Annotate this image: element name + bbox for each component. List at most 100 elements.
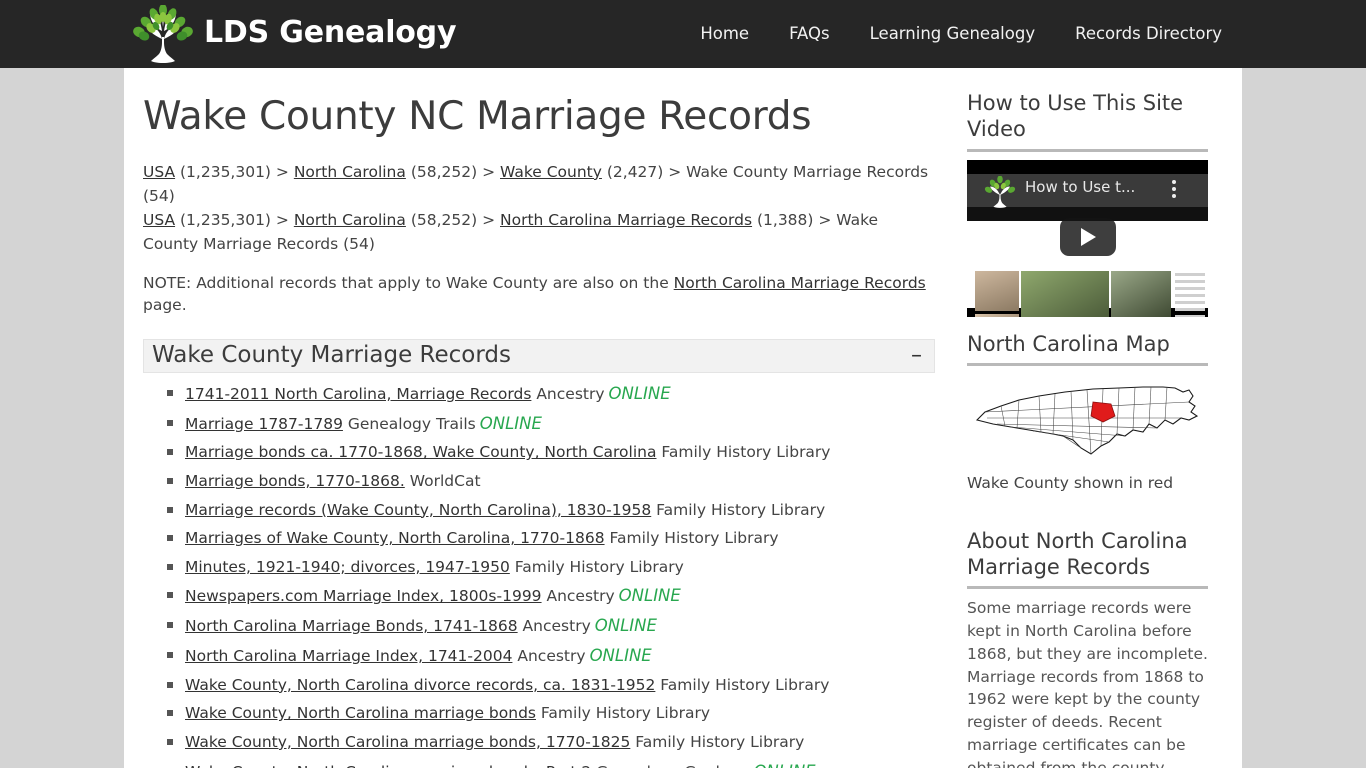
list-item: North Carolina Marriage Index, 1741-2004… [167,641,943,671]
record-link[interactable]: Wake County, North Carolina divorce reco… [185,676,655,694]
note-link-nc-marriage-records[interactable]: North Carolina Marriage Records [674,274,926,292]
sidebar-heading-map: North Carolina Map [967,331,1170,356]
record-link[interactable]: Marriages of Wake County, North Carolina… [185,529,605,547]
video-photo-2 [975,313,1019,317]
list-item: Wake County, North Carolina marriage bon… [167,728,943,757]
list-item: Marriages of Wake County, North Carolina… [167,524,943,553]
record-source: Genealogy Gophers [591,763,749,768]
nav-item-learning-genealogy[interactable]: Learning Genealogy [850,0,1055,68]
list-item: Marriage records (Wake County, North Car… [167,496,943,525]
list-item: Newspapers.com Marriage Index, 1800s-199… [167,581,943,611]
list-item: Marriage bonds, 1770-1868. WorldCat [167,467,943,496]
sidebar-map-block: North Carolina Map Wake County shown in … [967,331,1212,492]
online-badge: ONLINE [589,646,652,665]
main-navigation: Home FAQs Learning Genealogy Records Dir… [680,0,1242,68]
note-text: NOTE: Additional records that apply to W… [143,272,933,317]
record-source: Ancestry [541,587,615,606]
breadcrumb2-link-0[interactable]: USA [143,211,175,229]
breadcrumb-line-2: USA (1,235,301) > North Carolina (58,252… [143,211,878,253]
record-source: Family History Library [630,732,805,751]
record-source: Ancestry [512,647,586,665]
breadcrumb2-text-3: (58,252) > [405,210,500,229]
breadcrumb1-link-2[interactable]: North Carolina [294,163,406,181]
video-tree-logo-icon [984,175,1016,208]
list-item: Minutes, 1921-1940; divorces, 1947-1950 … [167,553,943,582]
nav-item-faqs[interactable]: FAQs [769,0,850,68]
online-badge: ONLINE [594,616,657,636]
record-source: Family History Library [656,443,831,462]
record-link[interactable]: Newspapers.com Marriage Index, 1800s-199… [185,587,542,605]
sidebar-video-block: How to Use This Site Video How to Use t.… [967,90,1212,317]
note-prefix: NOTE: Additional records that apply to W… [143,273,674,292]
page-title: Wake County NC Marriage Records [143,94,812,139]
record-link[interactable]: Marriage bonds ca. 1770-1868, Wake Count… [185,443,656,461]
record-link[interactable]: Wake County, North Carolina marriage bon… [185,763,591,768]
video-photo-1 [975,270,1019,311]
record-link[interactable]: North Carolina Marriage Index, 1741-2004 [185,647,512,665]
video-text-lines [1175,272,1205,317]
record-source: Family History Library [536,704,710,723]
record-source: Ancestry [531,384,605,403]
record-source: Family History Library [604,529,779,548]
breadcrumb1-link-0[interactable]: USA [143,163,175,181]
divider [967,148,1208,152]
online-badge: ONLINE [618,586,681,606]
breadcrumb1-text-3: (58,252) > [405,162,500,181]
sidebar-about-block: About North Carolina Marriage Records So… [967,528,1212,768]
breadcrumb1-text-1: (1,235,301) > [175,162,294,181]
list-item: Wake County, North Carolina divorce reco… [167,671,943,700]
play-button-icon[interactable] [1060,217,1116,256]
content-shell: Wake County NC Marriage Records USA (1,2… [124,68,1242,768]
sidebar: How to Use This Site Video How to Use t.… [967,90,1212,768]
list-item: Marriage 1787-1789 Genealogy Trails ONLIN… [167,409,943,439]
record-link[interactable]: Marriage records (Wake County, North Car… [185,501,651,519]
records-section-header[interactable]: Wake County Marriage Records – [143,338,935,373]
online-badge: ONLINE [753,762,815,768]
record-link[interactable]: Wake County, North Carolina marriage bon… [185,704,536,722]
list-item: Marriage bonds ca. 1770-1868, Wake Count… [167,438,943,467]
record-source: Ancestry [517,617,591,636]
site-header: LDS Genealogy Home FAQs Learning Genealo… [0,0,1366,68]
video-more-options-icon[interactable] [1172,179,1176,201]
collapse-minus-icon[interactable]: – [911,344,922,367]
record-link[interactable]: Marriage 1787-1789 [185,415,343,433]
record-source: Genealogy Trails [342,414,476,433]
video-photo-3 [1021,270,1109,317]
divider [967,362,1208,366]
online-badge: ONLINE [479,413,542,433]
list-item: Wake County, North Carolina marriage bon… [167,757,943,768]
nav-item-records-directory[interactable]: Records Directory [1055,0,1242,68]
video-photo-5 [1111,270,1171,317]
breadcrumb2-text-1: (1,235,301) > [175,210,294,229]
breadcrumb2-link-4[interactable]: North Carolina Marriage Records [500,211,752,229]
record-link[interactable]: Minutes, 1921-1940; divorces, 1947-1950 [185,558,510,576]
records-list: 1741-2011 North Carolina, Marriage Recor… [143,379,943,768]
record-source: Family History Library [651,500,826,519]
nav-item-home[interactable]: Home [680,0,769,68]
record-link[interactable]: North Carolina Marriage Bonds, 1741-1868 [185,617,518,635]
record-source: WorldCat [404,472,481,491]
north-carolina-map [967,374,1208,462]
list-item: 1741-2011 North Carolina, Marriage Recor… [167,379,943,409]
video-player[interactable]: How to Use t... [967,159,1208,317]
breadcrumb-line-1: USA (1,235,301) > North Carolina (58,252… [143,163,928,205]
online-badge: ONLINE [608,383,671,403]
record-source: Family History Library [509,557,684,576]
about-text: Some marriage records were kept in North… [967,599,1208,768]
brand-name: LDS Genealogy [204,14,457,50]
note-suffix: page. [143,296,187,315]
record-link[interactable]: 1741-2011 North Carolina, Marriage Recor… [185,385,531,403]
breadcrumb1-link-4[interactable]: Wake County [500,163,602,181]
record-link[interactable]: Marriage bonds, 1770-1868. [185,472,405,490]
sidebar-heading-about: About North Carolina Marriage Records [967,528,1188,579]
breadcrumb2-link-2[interactable]: North Carolina [294,211,406,229]
sidebar-heading-video: How to Use This Site Video [967,91,1184,142]
record-link[interactable]: Wake County, North Carolina marriage bon… [185,733,630,751]
tree-logo-icon [133,5,193,63]
nc-map-svg [975,386,1199,455]
list-item: Wake County, North Carolina marriage bon… [167,699,943,728]
records-section-title: Wake County Marriage Records [152,342,511,369]
record-source: Family History Library [655,675,830,694]
video-title: How to Use t... [1025,177,1136,196]
site-brand[interactable]: LDS Genealogy [132,4,457,64]
